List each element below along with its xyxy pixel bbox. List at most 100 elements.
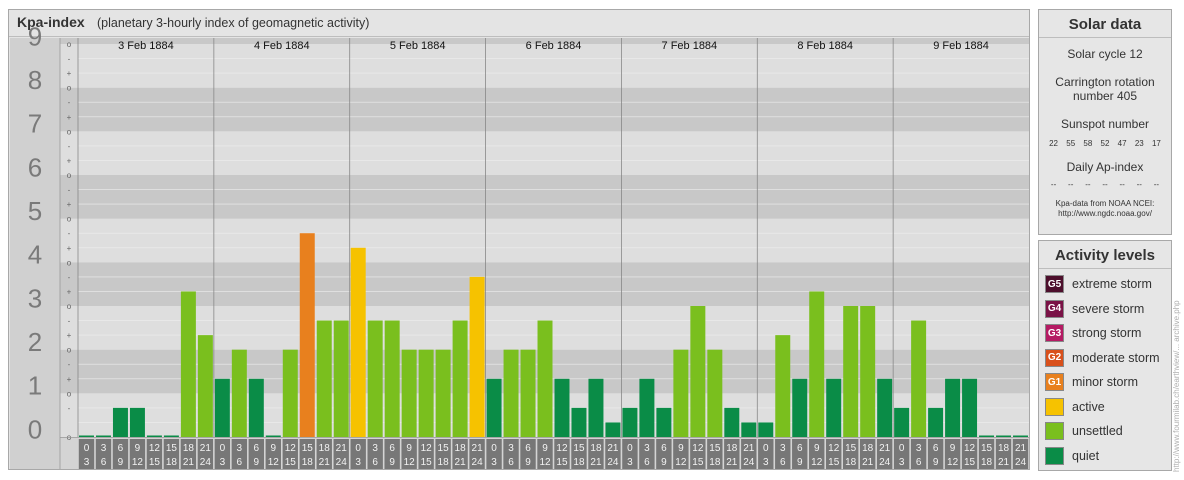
carrington-line-1: Carrington rotation [1055, 75, 1155, 89]
legend-swatch: G4 [1045, 299, 1064, 318]
minor-mark: + [67, 113, 72, 122]
kpa-bar [996, 435, 1012, 437]
minor-mark: - [68, 186, 71, 195]
hour-end-label: 3 [627, 457, 633, 468]
kpa-bar [945, 378, 961, 437]
kpa-bar [367, 320, 383, 437]
kpa-bar [860, 306, 876, 437]
kpa-bar [265, 435, 281, 437]
kpa-bar [656, 407, 672, 437]
hour-end-label: 24 [743, 457, 755, 468]
hour-start-label: 12 [556, 443, 568, 454]
hour-end-label: 12 [675, 457, 687, 468]
hour-start-label: 15 [166, 443, 178, 454]
legend-label: active [1072, 399, 1105, 414]
kpa-bar [588, 378, 604, 437]
stripe-band [60, 218, 1029, 263]
hour-end-label: 3 [84, 457, 90, 468]
hour-end-label: 15 [692, 457, 704, 468]
legend-title: Activity levels [1039, 241, 1171, 269]
hour-start-label: 18 [455, 443, 467, 454]
minor-mark: o [67, 389, 72, 398]
hour-end-label: 9 [661, 457, 667, 468]
kpa-bar [826, 378, 842, 437]
hour-end-label: 18 [302, 457, 314, 468]
hour-start-label: 3 [101, 443, 107, 454]
y-tick-label: 8 [28, 65, 42, 95]
kpa-bar [673, 349, 689, 437]
kpa-bar [163, 435, 179, 437]
legend-swatch: G5 [1045, 275, 1064, 294]
minor-mark: o [67, 346, 72, 355]
minor-mark: - [68, 360, 71, 369]
hour-start-label: 0 [220, 443, 226, 454]
y-tick-label: 3 [28, 283, 42, 313]
kpa-bar [639, 378, 655, 437]
kpa-bar [282, 349, 298, 437]
hour-start-label: 9 [814, 443, 820, 454]
kpa-bar [452, 320, 468, 437]
minor-mark: + [67, 287, 72, 296]
hour-start-label: 21 [336, 443, 348, 454]
minor-mark: + [67, 244, 72, 253]
hour-end-label: 24 [472, 457, 484, 468]
hour-end-label: 21 [998, 457, 1010, 468]
hour-end-label: 9 [254, 457, 260, 468]
hour-start-label: 12 [285, 443, 297, 454]
kpa-bar [758, 422, 774, 437]
kpa-bar [350, 247, 366, 437]
kpa-bar [962, 378, 978, 437]
y-tick-label: 0 [28, 414, 42, 444]
hour-start-label: 18 [319, 443, 331, 454]
kpa-bar [248, 378, 264, 437]
kpa-bar [197, 335, 213, 437]
sunspot-label: Sunspot number [1060, 117, 1150, 131]
hour-end-label: 12 [947, 457, 959, 468]
kpa-bar [316, 320, 332, 437]
y-tick-label: 9 [28, 21, 42, 51]
kpa-bar [605, 422, 621, 437]
hour-start-label: 21 [879, 443, 891, 454]
hour-start-label: 21 [200, 443, 212, 454]
legend-label: quiet [1072, 448, 1100, 463]
ap-value: -- [1119, 180, 1125, 189]
solar-data-title: Solar data [1039, 10, 1171, 38]
ap-value: -- [1102, 180, 1108, 189]
hour-end-label: 24 [879, 457, 891, 468]
kpa-bar [435, 349, 451, 437]
day-label: 4 Feb 1884 [254, 40, 310, 52]
sunspot-value: 52 [1100, 139, 1110, 148]
kpa-bar [554, 378, 570, 437]
hour-end-label: 6 [237, 457, 243, 468]
legend-label: extreme storm [1072, 277, 1152, 292]
kpa-bar [741, 422, 757, 437]
kpa-bar [690, 306, 706, 437]
hour-end-label: 6 [101, 457, 107, 468]
sunspot-values: 22 55 58 52 47 23 17 [1039, 139, 1171, 148]
ap-value: -- [1050, 180, 1057, 189]
hour-end-label: 15 [285, 457, 297, 468]
hour-end-label: 18 [438, 457, 450, 468]
minor-mark: + [67, 156, 72, 165]
hour-end-label: 24 [200, 457, 212, 468]
legend-item: G5 extreme storm [1039, 272, 1171, 297]
hour-start-label: 0 [763, 443, 769, 454]
day-label: 5 Feb 1884 [390, 40, 446, 52]
hour-end-label: 3 [355, 457, 361, 468]
activity-legend: Activity levels G5 extreme storm G4 severe … [1038, 240, 1172, 471]
watermark: http://www.fourmilab.ch/earthview/... ar… [1172, 300, 1181, 472]
legend-item: active [1039, 395, 1171, 420]
legend-items: G5 extreme storm G4 severe storm G3 strong st… [1039, 269, 1171, 468]
hour-start-label: 6 [389, 443, 395, 454]
legend-item: unsettled [1039, 419, 1171, 444]
hour-start-label: 3 [644, 443, 650, 454]
minor-mark: - [68, 404, 71, 413]
hour-end-label: 21 [183, 457, 195, 468]
minor-mark: o [67, 127, 72, 136]
hour-start-label: 6 [118, 443, 124, 454]
hour-end-label: 12 [811, 457, 823, 468]
hour-end-label: 21 [319, 457, 331, 468]
hour-start-label: 6 [254, 443, 260, 454]
hour-end-label: 9 [797, 457, 803, 468]
minor-mark: - [68, 98, 71, 107]
